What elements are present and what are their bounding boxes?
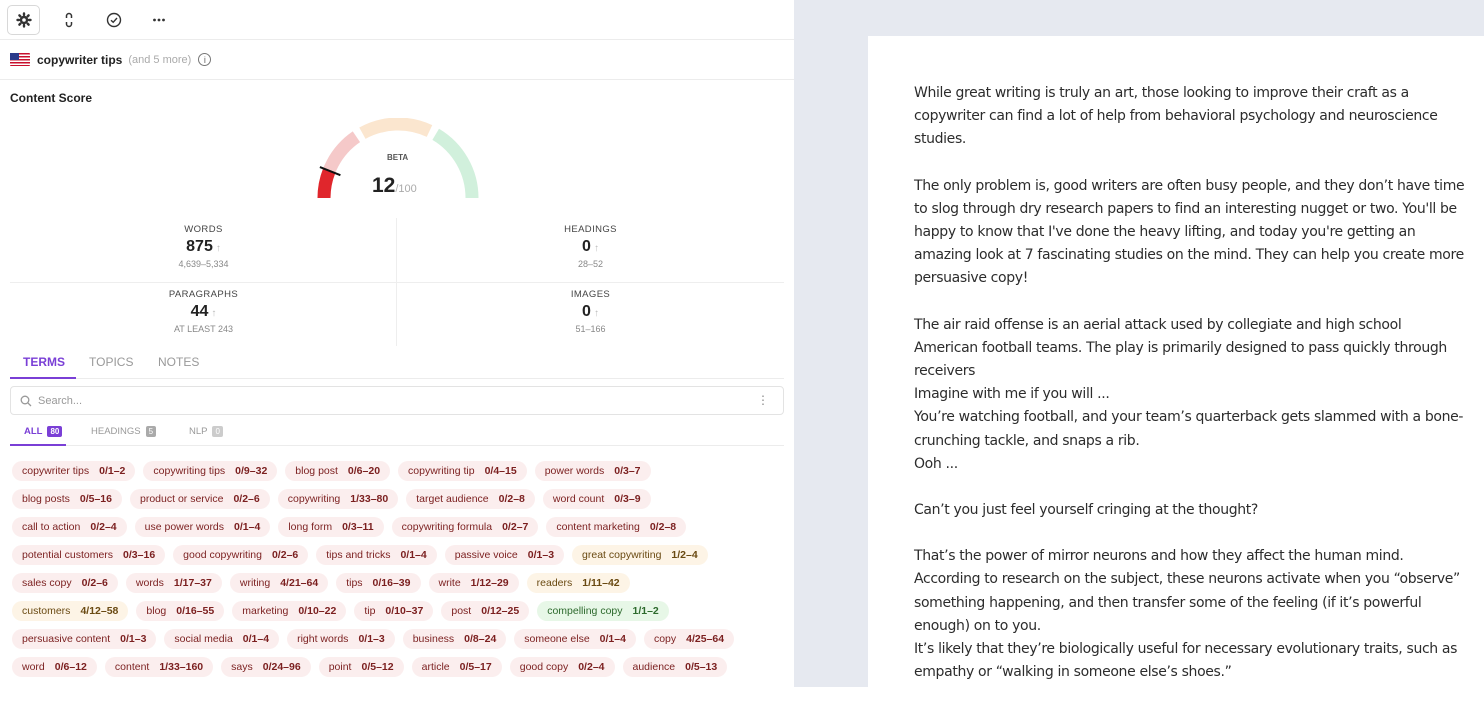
info-icon[interactable]: i — [198, 53, 212, 66]
term-row: blog posts 0/5–16 product or service 0/2–6 c… — [12, 489, 782, 511]
term-chip[interactable]: post 0/12–25 — [441, 601, 530, 621]
term-chip[interactable]: blog post 0/6–20 — [285, 461, 391, 481]
document-paragraph[interactable]: The air raid offense is an aerial attack… — [914, 314, 1469, 476]
term-chip[interactable]: content 1/33–160 — [104, 657, 214, 677]
term-chip[interactable]: blog 0/16–55 — [136, 601, 225, 621]
term-chip[interactable]: copywriter tips 0/1–2 — [12, 461, 136, 481]
terms-list: copywriter tips 0/1–2 copywriting tips 0/9–… — [12, 461, 782, 685]
term-chip[interactable]: copy 4/25–64 — [643, 629, 735, 649]
stats-grid: WORDS 875 ↑ 4,639–5,334 HEADINGS 0 ↑ 28–52… — [10, 218, 784, 346]
term-chip[interactable]: copywriting 1/33–80 — [277, 489, 399, 509]
term-chip[interactable]: blog posts 0/5–16 — [12, 489, 122, 509]
term-chip[interactable]: great copywriting 1/2–4 — [572, 545, 708, 565]
term-chip[interactable]: point 0/5–12 — [318, 657, 404, 677]
document-text[interactable]: While great writing is truly an art, tho… — [914, 82, 1469, 707]
document-paragraph[interactable]: The only problem is, good writers are of… — [914, 175, 1469, 291]
document-paragraph[interactable]: That’s the power of mirror neurons and h… — [914, 545, 1469, 684]
term-chip[interactable]: someone else 0/1–4 — [514, 629, 636, 649]
content-score-title: Content Score — [10, 91, 93, 105]
term-chip[interactable]: business 0/8–24 — [402, 629, 507, 649]
term-chip[interactable]: social media 0/1–4 — [164, 629, 280, 649]
score-value: 12/100 — [372, 174, 417, 197]
stat-headings: HEADINGS 0 ↑ 28–52 — [564, 224, 617, 269]
term-chip[interactable]: customers 4/12–58 — [12, 601, 129, 621]
term-chip[interactable]: says 0/24–96 — [221, 657, 311, 677]
search-menu-icon[interactable]: ⋮ — [757, 393, 769, 407]
filter-nlp[interactable]: NLP 0 — [189, 426, 223, 437]
more-keywords[interactable]: (and 5 more) — [128, 54, 191, 66]
link-icon[interactable] — [52, 5, 85, 35]
term-chip[interactable]: use power words 0/1–4 — [134, 517, 271, 537]
filter-headings[interactable]: HEADINGS 5 — [91, 426, 157, 437]
term-chip[interactable]: readers 1/11–42 — [526, 573, 630, 593]
term-chip[interactable]: right words 0/1–3 — [287, 629, 395, 649]
term-chip[interactable]: writing 4/21–64 — [229, 573, 329, 593]
us-flag-icon — [10, 53, 30, 66]
term-chip[interactable]: marketing 0/10–22 — [232, 601, 347, 621]
term-chip[interactable]: copywriting formula 0/2–7 — [391, 517, 539, 537]
tab-notes[interactable]: NOTES — [158, 355, 199, 369]
term-chip[interactable]: word count 0/3–9 — [542, 489, 651, 509]
term-chip[interactable]: power words 0/3–7 — [534, 461, 651, 481]
term-chip[interactable]: sales copy 0/2–6 — [12, 573, 118, 593]
main-keyword: copywriter tips — [37, 52, 123, 67]
term-chip[interactable]: word 0/6–12 — [12, 657, 97, 677]
gear-icon[interactable] — [7, 4, 40, 35]
term-chip[interactable]: tips 0/16–39 — [336, 573, 421, 593]
search-input[interactable]: Search... ⋮ — [10, 386, 784, 415]
term-chip[interactable]: passive voice 0/1–3 — [444, 545, 565, 565]
tab-topics[interactable]: TOPICS — [89, 355, 133, 369]
toolbar — [0, 0, 794, 40]
term-chip[interactable]: copywriting tip 0/4–15 — [398, 461, 527, 481]
term-chip[interactable]: compelling copy 1/1–2 — [537, 601, 669, 621]
term-chip[interactable]: article 0/5–17 — [411, 657, 502, 677]
term-chip[interactable]: tips and tricks 0/1–4 — [316, 545, 437, 565]
keyword-row[interactable]: copywriter tips (and 5 more) i — [0, 40, 794, 80]
term-chip[interactable]: potential customers 0/3–16 — [12, 545, 166, 565]
term-filters: ALL 80 HEADINGS 5 NLP 0 — [10, 422, 784, 446]
term-chip[interactable]: target audience 0/2–8 — [406, 489, 535, 509]
term-chip[interactable]: call to action 0/2–4 — [12, 517, 127, 537]
check-circle-icon[interactable] — [97, 5, 130, 35]
filter-all[interactable]: ALL 80 — [24, 426, 63, 437]
term-row: potential customers 0/3–16 good copywritin… — [12, 545, 782, 567]
term-chip[interactable]: content marketing 0/2–8 — [546, 517, 687, 537]
seo-panel: copywriter tips (and 5 more) i Content S… — [0, 0, 794, 687]
panel-tabs: TERMS TOPICS NOTES — [10, 349, 784, 379]
term-chip[interactable]: tip 0/10–37 — [354, 601, 434, 621]
term-row: call to action 0/2–4 use power words 0/1–4 l… — [12, 517, 782, 539]
term-chip[interactable]: audience 0/5–13 — [622, 657, 728, 677]
more-icon[interactable] — [142, 5, 175, 35]
stat-paragraphs: PARAGRAPHS 44 ↑ AT LEAST 243 — [168, 289, 239, 334]
term-chip[interactable]: write 1/12–29 — [428, 573, 519, 593]
tab-terms[interactable]: TERMS — [23, 355, 65, 369]
term-chip[interactable]: long form 0/3–11 — [278, 517, 384, 537]
term-chip[interactable]: words 1/17–37 — [125, 573, 222, 593]
beta-label: BETA — [387, 153, 409, 162]
term-chip[interactable]: good copywriting 0/2–6 — [173, 545, 309, 565]
document-paragraph[interactable]: While great writing is truly an art, tho… — [914, 82, 1469, 152]
search-placeholder: Search... — [38, 394, 83, 407]
term-row: customers 4/12–58 blog 0/16–55 marketing 0/10… — [12, 601, 782, 623]
term-chip[interactable]: product or service 0/2–6 — [130, 489, 270, 509]
term-row: persuasive content 0/1–3 social media 0/1–4… — [12, 629, 782, 651]
term-row: copywriter tips 0/1–2 copywriting tips 0/9–… — [12, 461, 782, 483]
search-icon — [20, 395, 32, 406]
term-row: word 0/6–12 content 1/33–160 says 0/24–96 poin… — [12, 657, 782, 679]
document-paragraph[interactable]: Can’t you just feel yourself cringing at… — [914, 499, 1469, 522]
stat-words: WORDS 875 ↑ 4,639–5,334 — [178, 224, 229, 269]
term-chip[interactable]: persuasive content 0/1–3 — [12, 629, 157, 649]
term-chip[interactable]: good copy 0/2–4 — [509, 657, 615, 677]
term-row: sales copy 0/2–6 words 1/17–37 writing 4/21–6… — [12, 573, 782, 595]
stat-images: IMAGES 0 ↑ 51–166 — [570, 289, 611, 334]
term-chip[interactable]: copywriting tips 0/9–32 — [143, 461, 278, 481]
